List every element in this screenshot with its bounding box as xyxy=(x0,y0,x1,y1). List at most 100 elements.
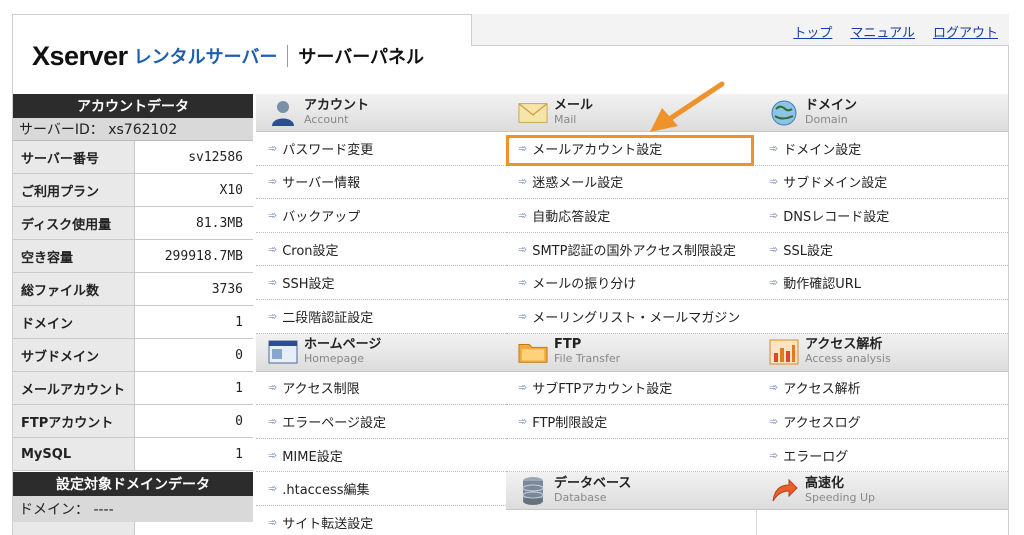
category-label: メール xyxy=(554,97,594,113)
row-value: 1 xyxy=(135,306,253,338)
arrow-icon: ➾ xyxy=(769,242,779,256)
menu-item-server-info[interactable]: ➾ サーバー情報 xyxy=(256,165,508,200)
menu-item-label: アクセス解析 xyxy=(783,382,861,398)
arrow-icon: ➾ xyxy=(518,175,528,189)
row-key: メールアカウント xyxy=(13,372,135,404)
row-value: X10 xyxy=(135,174,253,206)
menu-item-empty xyxy=(506,438,758,473)
menu-item-label: サイト転送設定 xyxy=(282,516,374,532)
arrow-icon: ➾ xyxy=(268,448,278,462)
category-label: アカウント xyxy=(304,97,370,113)
menu-item-access-analysis[interactable]: ➾ アクセス解析 xyxy=(757,371,1008,406)
logo-brand: Xserver xyxy=(32,40,128,71)
arrow-icon: ➾ xyxy=(518,242,528,256)
bar-chart-icon xyxy=(769,337,799,367)
category-speeding-up: 高速化 Speeding Up xyxy=(757,472,1008,511)
category-label: 高速化 xyxy=(805,475,845,491)
arrow-icon: ➾ xyxy=(268,242,278,256)
arrow-icon: ➾ xyxy=(769,141,779,155)
menu-item-mime[interactable]: ➾ MIME設定 xyxy=(256,438,508,473)
menu-item-autoreply[interactable]: ➾ 自動応答設定 xyxy=(506,199,758,233)
arrow-icon: ➾ xyxy=(769,276,779,290)
menu-item-cron[interactable]: ➾ Cron設定 xyxy=(256,232,508,267)
menu-item-label: Cron設定 xyxy=(282,243,339,259)
menu-item-label: MIME設定 xyxy=(282,449,343,465)
row-value: 299918.7MB xyxy=(135,240,253,272)
menu-item-spam[interactable]: ➾ 迷惑メール設定 xyxy=(506,165,758,200)
top-link[interactable]: トップ xyxy=(793,22,832,41)
menu-item-access-restrict[interactable]: ➾ アクセス制限 xyxy=(256,371,508,406)
menu-item-error-page[interactable]: ➾ エラーページ設定 xyxy=(256,405,508,439)
menu-item-password[interactable]: ➾ パスワード変更 xyxy=(256,132,508,166)
row-value: sv12586 xyxy=(135,141,253,173)
arrow-icon: ➾ xyxy=(518,381,528,395)
menu-item-domain-settings[interactable]: ➾ ドメイン設定 xyxy=(757,132,1008,166)
row-value: 1 xyxy=(135,438,253,470)
mail-icon xyxy=(518,98,548,128)
category-sublabel: Speeding Up xyxy=(805,490,876,504)
menu-item-label: 二段階認証設定 xyxy=(282,310,374,326)
menu-item-mail-filter[interactable]: ➾ メールの振り分け xyxy=(506,266,758,300)
server-id: サーバーID： xs762102 xyxy=(13,118,253,141)
menu-item-label: .htaccess編集 xyxy=(282,483,370,499)
account-row: 総ファイル数 3736 xyxy=(13,273,253,306)
row-value: 0 xyxy=(135,405,253,437)
arrow-icon: ➾ xyxy=(268,515,278,529)
logo[interactable]: Xserver レンタルサーバー サーバーパネル xyxy=(32,40,424,72)
row-value: 3736 xyxy=(135,273,253,305)
row-value: 1 xyxy=(135,372,253,404)
category-ftp: FTP File Transfer xyxy=(506,333,758,372)
account-row: サーバー番号 sv12586 xyxy=(13,141,253,174)
row-value: 81.3MB xyxy=(135,207,253,239)
logo-panel: サーバーパネル xyxy=(298,47,425,68)
category-sublabel: File Transfer xyxy=(554,352,621,366)
row-key: 空き容量 xyxy=(13,240,135,272)
menu-item-2fa[interactable]: ➾ 二段階認証設定 xyxy=(256,299,508,334)
category-sublabel: Database xyxy=(554,490,607,504)
arrow-icon: ➾ xyxy=(268,208,278,222)
menu-item-ftp-restrict[interactable]: ➾ FTP制限設定 xyxy=(506,405,758,439)
menu-item-label: サーバー情報 xyxy=(282,176,361,192)
arrow-icon: ➾ xyxy=(268,381,278,395)
account-row: ドメイン 1 xyxy=(13,306,253,339)
menu-item-sub-ftp[interactable]: ➾ サブFTPアカウント設定 xyxy=(506,371,758,406)
logo-service: レンタルサーバー xyxy=(133,47,278,68)
menu-item-subdomain[interactable]: ➾ サブドメイン設定 xyxy=(757,165,1008,200)
menu-item-mailing-list[interactable]: ➾ メーリングリスト・メールマガジン xyxy=(506,299,758,334)
account-row: FTPアカウント 0 xyxy=(13,405,253,438)
account-row: 空き容量 299918.7MB xyxy=(13,240,253,273)
manual-link[interactable]: マニュアル xyxy=(850,22,915,41)
category-sublabel: Account xyxy=(304,112,349,126)
menu-item-backup[interactable]: ➾ バックアップ xyxy=(256,199,508,233)
menu-item-label: FTP制限設定 xyxy=(532,415,608,431)
homepage-icon xyxy=(268,337,298,367)
menu-item-label: 自動応答設定 xyxy=(532,209,611,225)
menu-item-label: メーリングリスト・メールマガジン xyxy=(532,310,741,326)
menu-item-htaccess[interactable]: ➾ .htaccess編集 xyxy=(256,472,508,506)
menu-item-access-log[interactable]: ➾ アクセスログ xyxy=(757,405,1008,439)
menu-column-3: ドメイン Domain ➾ ドメイン設定 ➾ サブドメイン設定 ➾ DNSレコード設定 … xyxy=(757,94,1008,511)
menu-item-label: 迷惑メール設定 xyxy=(532,176,624,192)
row-key: ディスク使用量 xyxy=(13,207,135,239)
menu-item-ssl[interactable]: ➾ SSL設定 xyxy=(757,232,1008,267)
menu-item-site-redirect[interactable]: ➾ サイト転送設定 xyxy=(256,505,508,535)
menu-item-label: パスワード変更 xyxy=(282,142,374,158)
arrow-icon: ➾ xyxy=(518,414,528,428)
category-label: FTP xyxy=(554,337,582,353)
row-key: サーバー番号 xyxy=(13,141,135,173)
menu-item-label: DNSレコード設定 xyxy=(783,209,890,225)
menu-item-ssh[interactable]: ➾ SSH設定 xyxy=(256,266,508,300)
account-row: ディスク使用量 81.3MB xyxy=(13,207,253,240)
category-sublabel: Mail xyxy=(554,112,577,126)
menu-item-label: アクセスログ xyxy=(783,415,861,431)
arrow-icon: ➾ xyxy=(268,276,278,290)
menu-item-smtp-restrict[interactable]: ➾ SMTP認証の国外アクセス制限設定 xyxy=(506,232,758,267)
menu-item-verify-url[interactable]: ➾ 動作確認URL xyxy=(757,266,1008,300)
menu-item-error-log[interactable]: ➾ エラーログ xyxy=(757,438,1008,473)
logout-link[interactable]: ログアウト xyxy=(933,22,998,41)
arrow-icon: ➾ xyxy=(518,141,528,155)
menu-item-label: エラーページ設定 xyxy=(282,415,386,431)
menu-item-label: 動作確認URL xyxy=(783,277,862,293)
account-row: メールアカウント 1 xyxy=(13,372,253,405)
menu-item-dns[interactable]: ➾ DNSレコード設定 xyxy=(757,199,1008,233)
